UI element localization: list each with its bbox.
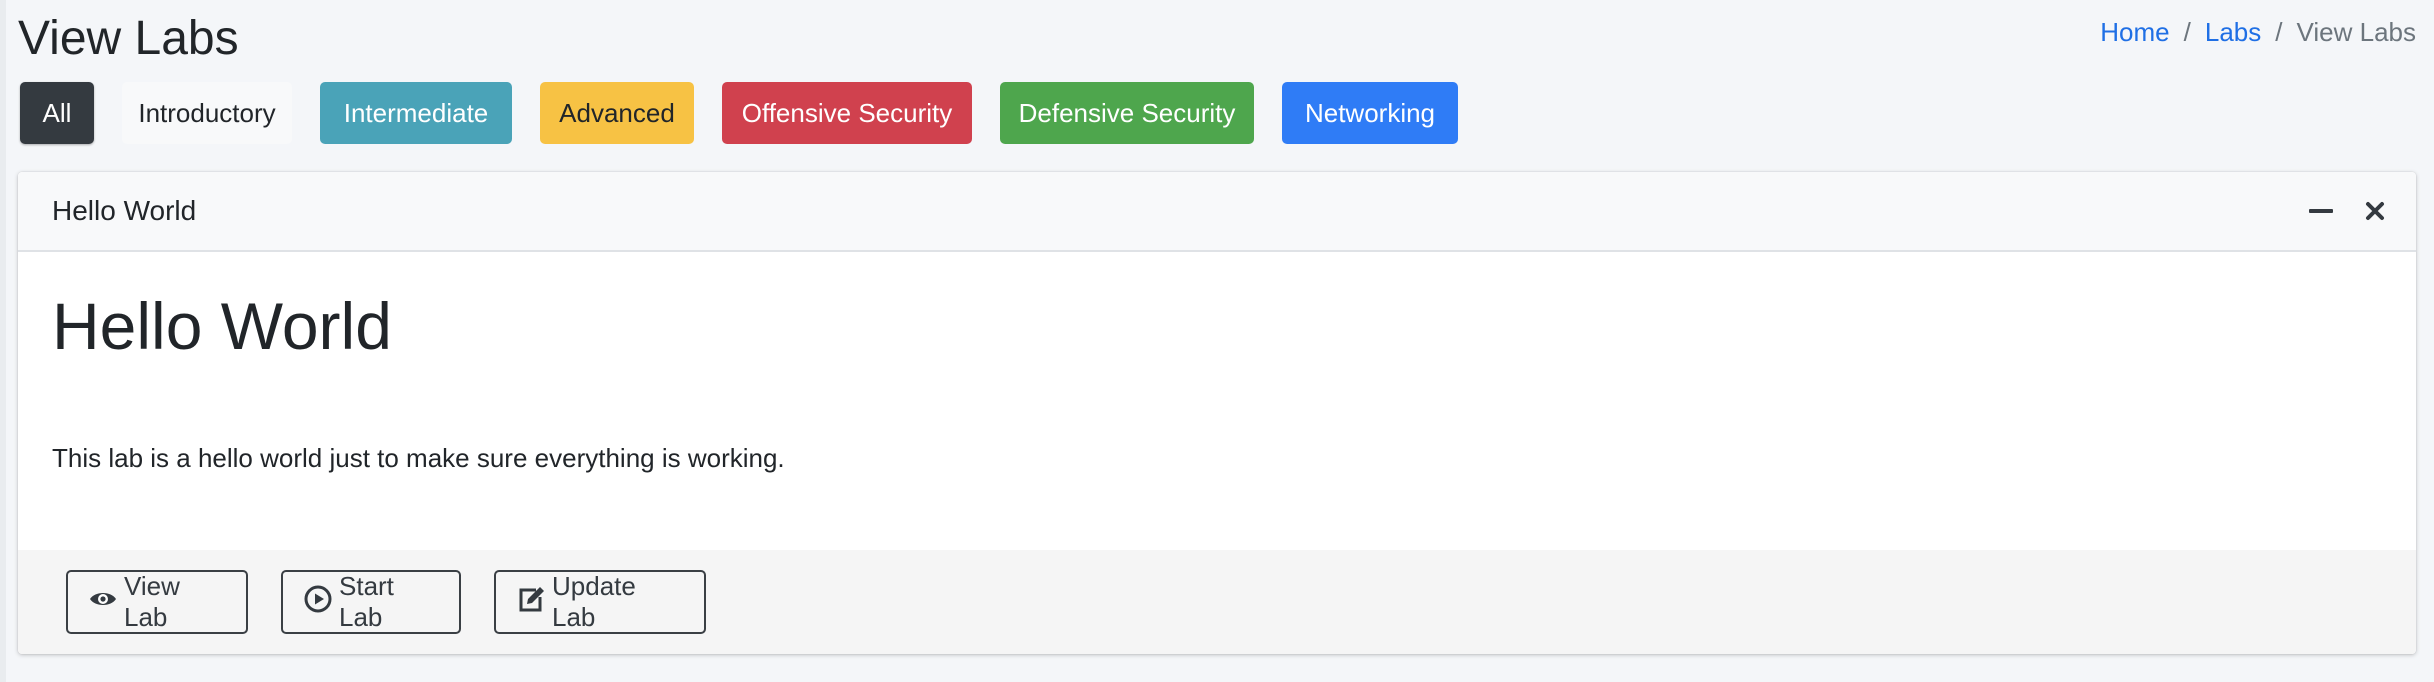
start-lab-button[interactable]: Start Lab [281, 570, 461, 634]
filter-defensive-security-button[interactable]: Defensive Security [1000, 82, 1254, 144]
start-lab-label: Start Lab [339, 571, 394, 632]
lab-card-header: Hello World [18, 172, 2416, 252]
breadcrumb-home-link[interactable]: Home [2100, 14, 2169, 50]
lab-filter-bar: All Introductory Intermediate Advanced O… [20, 82, 1458, 144]
close-icon[interactable] [2358, 194, 2392, 228]
breadcrumb-current: View Labs [2296, 17, 2417, 47]
view-lab-button[interactable]: View Lab [66, 570, 248, 634]
lab-card-body: Hello World This lab is a hello world ju… [18, 252, 2416, 542]
view-lab-label: View Lab [124, 571, 180, 632]
lab-card-title: Hello World [52, 195, 197, 226]
filter-introductory-button[interactable]: Introductory [122, 82, 292, 144]
play-circle-icon [303, 584, 333, 621]
minus-icon[interactable] [2304, 194, 2338, 228]
breadcrumb-separator: / [2183, 17, 2191, 47]
filter-all-button[interactable]: All [20, 82, 94, 144]
breadcrumb-separator: / [2275, 17, 2283, 47]
filter-offensive-security-button[interactable]: Offensive Security [722, 82, 972, 144]
page-title: View Labs [18, 12, 239, 65]
lab-description: This lab is a hello world just to make s… [52, 443, 785, 473]
filter-advanced-button[interactable]: Advanced [540, 82, 694, 144]
eye-icon [88, 584, 118, 621]
breadcrumb-labs-link[interactable]: Labs [2205, 14, 2261, 50]
lab-card-footer: View Lab Start Lab Update Lab [18, 550, 2416, 654]
filter-intermediate-button[interactable]: Intermediate [320, 82, 512, 144]
edit-icon [516, 584, 546, 621]
update-lab-button[interactable]: Update Lab [494, 570, 706, 634]
lab-card: Hello World Hello World This lab is a he… [18, 172, 2416, 654]
lab-heading: Hello World [52, 289, 392, 363]
update-lab-label: Update Lab [552, 571, 636, 632]
breadcrumb: Home / Labs / View Labs [2100, 14, 2416, 50]
filter-networking-button[interactable]: Networking [1282, 82, 1458, 144]
page-left-edge [0, 0, 6, 682]
